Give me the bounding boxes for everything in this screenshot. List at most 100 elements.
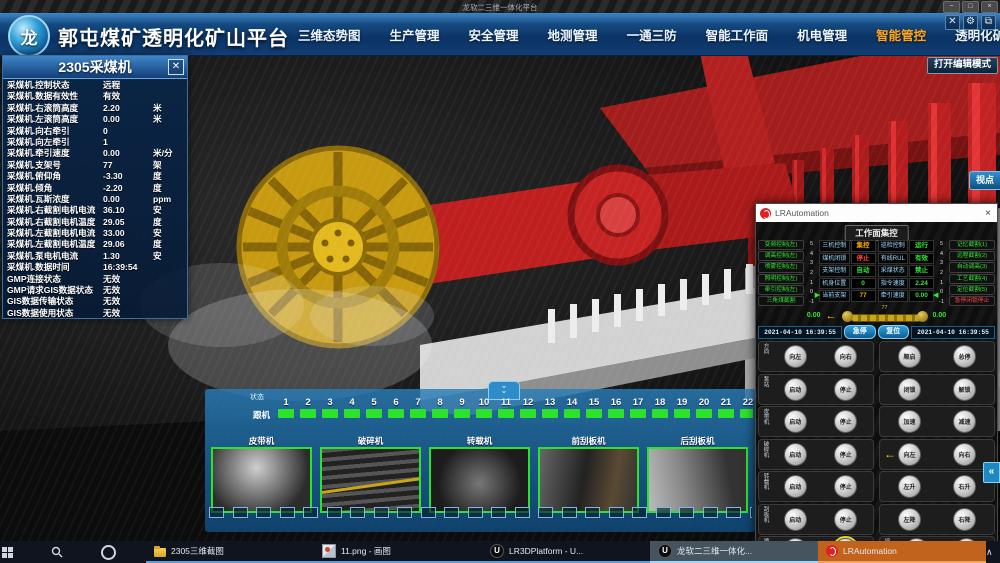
- restore-icon[interactable]: ⧉: [981, 15, 996, 30]
- control-button[interactable]: 停止: [834, 508, 857, 531]
- camera-feed[interactable]: [647, 447, 748, 513]
- row-value: 0: [103, 126, 153, 136]
- control-button[interactable]: 向右: [953, 443, 976, 466]
- control-button[interactable]: 停止: [834, 410, 857, 433]
- pager-square[interactable]: [562, 507, 577, 518]
- nav-item[interactable]: 智能管控: [876, 25, 926, 44]
- control-button[interactable]: 右升: [953, 475, 976, 498]
- control-button[interactable]: 停止: [834, 378, 857, 401]
- cortana-button[interactable]: [101, 541, 116, 563]
- mode-button[interactable]: 记忆截割(1): [949, 240, 995, 250]
- status-row: 三机控制集控: [819, 240, 876, 252]
- mode-button[interactable]: 自动调高(3): [949, 262, 995, 272]
- control-button[interactable]: 停止: [834, 443, 857, 466]
- pager-square[interactable]: [350, 507, 365, 518]
- control-button[interactable]: 启动: [784, 475, 807, 498]
- pager-square[interactable]: [209, 507, 224, 518]
- control-button[interactable]: 启动: [784, 508, 807, 531]
- control-button[interactable]: 右降: [953, 508, 976, 531]
- minimize-button[interactable]: −: [943, 1, 960, 13]
- data-row: GIS数据使用状态无效: [3, 307, 187, 318]
- pager-square[interactable]: [280, 507, 295, 518]
- pager-square[interactable]: [468, 507, 483, 518]
- lrautomation-close-icon[interactable]: ×: [985, 208, 993, 219]
- panel-close-icon[interactable]: ✕: [168, 59, 184, 75]
- start-button[interactable]: [2, 541, 13, 563]
- mode-button[interactable]: 三角煤截割: [758, 296, 804, 306]
- follow-status-square: [718, 409, 734, 418]
- nav-item[interactable]: 地测管理: [548, 25, 598, 44]
- camera-feed[interactable]: [320, 447, 421, 513]
- control-button[interactable]: 闭锁: [898, 378, 921, 401]
- taskbar-app[interactable]: 2305三维截图: [146, 541, 314, 563]
- mode-button[interactable]: 急停闭锁停止: [949, 296, 995, 306]
- control-button[interactable]: 停止: [834, 475, 857, 498]
- mode-button[interactable]: 调高控制(左): [758, 251, 804, 261]
- pager-square[interactable]: [538, 507, 553, 518]
- pager-square[interactable]: [303, 507, 318, 518]
- pager-square[interactable]: [233, 507, 248, 518]
- pager-square[interactable]: [609, 507, 624, 518]
- pager-square[interactable]: [703, 507, 718, 518]
- mode-button[interactable]: 照明控制(左): [758, 274, 804, 284]
- mode-button[interactable]: 远程截割(2): [949, 251, 995, 261]
- nav-item[interactable]: 一通三防: [627, 25, 677, 44]
- control-button[interactable]: 左升: [898, 475, 921, 498]
- pager-square[interactable]: [397, 507, 412, 518]
- search-button[interactable]: [51, 541, 63, 563]
- estop-button[interactable]: 急停: [844, 325, 876, 339]
- pager-square[interactable]: [327, 507, 342, 518]
- pager-square[interactable]: [632, 507, 647, 518]
- control-button[interactable]: 向右: [834, 345, 857, 368]
- control-button[interactable]: 解锁: [953, 378, 976, 401]
- pager-square[interactable]: [750, 507, 753, 518]
- control-button[interactable]: 顺启: [898, 345, 921, 368]
- control-button[interactable]: 向左: [784, 345, 807, 368]
- maximize-button[interactable]: □: [962, 1, 979, 13]
- pager-square[interactable]: [515, 507, 530, 518]
- camera-feed[interactable]: [429, 447, 530, 513]
- camera-feed[interactable]: [211, 447, 312, 513]
- control-button[interactable]: 左降: [898, 508, 921, 531]
- taskbar-app[interactable]: ULR3DPlatform - U...: [482, 541, 650, 563]
- nav-item[interactable]: 机电管理: [797, 25, 847, 44]
- camera-feed[interactable]: [538, 447, 639, 513]
- control-button[interactable]: 启动: [784, 443, 807, 466]
- control-button[interactable]: 启动: [784, 410, 807, 433]
- pager-square[interactable]: [585, 507, 600, 518]
- lrautomation-titlebar[interactable]: LRAutomation ×: [756, 204, 997, 222]
- control-button[interactable]: 总停: [953, 345, 976, 368]
- mode-button[interactable]: 定位截割(5): [949, 285, 995, 295]
- pager-square[interactable]: [444, 507, 459, 518]
- mode-button[interactable]: 牵引控制(左): [758, 285, 804, 295]
- edit-mode-button[interactable]: 打开编辑模式: [927, 57, 998, 74]
- expand-left-icon[interactable]: «: [983, 462, 1000, 483]
- taskbar-app[interactable]: U龙软二三维一体化...: [650, 541, 818, 563]
- mode-button[interactable]: 喷雾控制(左): [758, 262, 804, 272]
- pager-square[interactable]: [491, 507, 506, 518]
- pager-square[interactable]: [726, 507, 741, 518]
- mode-button[interactable]: 工艺截割(4): [949, 274, 995, 284]
- pager-square[interactable]: [656, 507, 671, 518]
- control-button[interactable]: 加速: [898, 410, 921, 433]
- reset-button[interactable]: 复位: [878, 325, 910, 339]
- close-button[interactable]: ×: [981, 1, 998, 13]
- hidden-icons-chevron[interactable]: ∧: [986, 547, 993, 558]
- nav-item[interactable]: 安全管理: [469, 25, 519, 44]
- tools-icon[interactable]: ✕: [945, 15, 960, 30]
- nav-item[interactable]: 智能工作面: [706, 25, 769, 44]
- control-button[interactable]: 向左: [898, 443, 921, 466]
- viewpoint-tab[interactable]: 视点: [969, 171, 1000, 190]
- taskbar-app[interactable]: LRAutomation: [818, 541, 986, 563]
- taskbar-app[interactable]: 11.png - 画图: [314, 541, 482, 563]
- control-button[interactable]: 减速: [953, 410, 976, 433]
- pager-square[interactable]: [374, 507, 389, 518]
- pager-square[interactable]: [679, 507, 694, 518]
- gear-icon[interactable]: ⚙: [963, 15, 978, 30]
- nav-item[interactable]: 生产管理: [390, 25, 440, 44]
- pager-square[interactable]: [421, 507, 436, 518]
- control-button[interactable]: 启动: [784, 378, 807, 401]
- pager-square[interactable]: [256, 507, 271, 518]
- mode-button[interactable]: 变频控制(左): [758, 240, 804, 250]
- nav-item[interactable]: 三维态势图: [298, 25, 361, 44]
